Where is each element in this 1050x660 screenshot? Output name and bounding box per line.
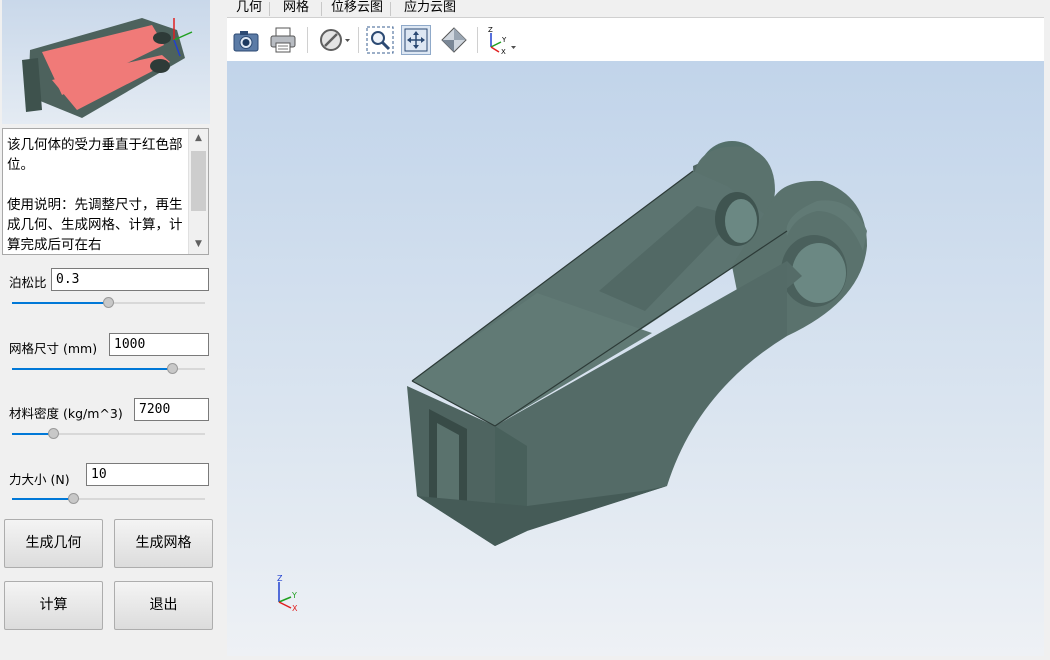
left-panel: 该几何体的受力垂直于红色部位。 使用说明：先调整尺寸，再生成几何、生成网格、计算… — [0, 0, 222, 660]
tab-mesh[interactable]: 网格 — [283, 0, 309, 17]
axis-triad-icon: Z Y X — [277, 574, 298, 612]
density-slider[interactable] — [12, 428, 205, 440]
svg-text:Z: Z — [488, 26, 493, 34]
svg-text:Z: Z — [277, 574, 283, 583]
printer-icon[interactable] — [268, 25, 298, 55]
mesh-size-input[interactable]: 1000 — [109, 333, 209, 356]
generate-geometry-button[interactable]: 生成几何 — [4, 519, 103, 568]
iso-view-icon[interactable] — [439, 25, 469, 55]
poisson-ratio-label: 泊松比 — [9, 275, 47, 290]
svg-text:X: X — [501, 48, 506, 55]
force-input[interactable]: 10 — [86, 463, 209, 486]
svg-text:Y: Y — [501, 36, 507, 44]
slider-knob[interactable] — [68, 493, 79, 504]
toolbar: Z Y X — [227, 17, 1044, 61]
menu-bar: 几何 网格 位移云图 应力云图 — [227, 0, 1050, 17]
scroll-up-icon[interactable]: ▲ — [189, 129, 208, 148]
slider-knob[interactable] — [103, 297, 114, 308]
clevis-model — [407, 141, 867, 546]
force-label: 力大小 (N) — [9, 472, 70, 487]
window-edge — [1044, 0, 1050, 660]
mesh-size-label: 网格尺寸 (mm) — [9, 341, 98, 356]
compute-button[interactable]: 计算 — [4, 581, 103, 630]
slider-knob[interactable] — [48, 428, 59, 439]
tab-geometry[interactable]: 几何 — [236, 0, 262, 17]
description-scrollbar[interactable]: ▲ ▼ — [188, 129, 208, 254]
tab-displacement[interactable]: 位移云图 — [331, 0, 383, 17]
density-input[interactable]: 7200 — [134, 398, 209, 421]
mesh-size-slider[interactable] — [12, 363, 205, 375]
description-text: 该几何体的受力垂直于红色部位。 使用说明：先调整尺寸，再生成几何、生成网格、计算… — [7, 137, 183, 253]
axis-orientation-icon[interactable]: Z Y X — [483, 25, 519, 56]
exit-button[interactable]: 退出 — [114, 581, 213, 630]
scroll-down-icon[interactable]: ▼ — [189, 235, 208, 254]
poisson-ratio-slider[interactable] — [12, 297, 205, 309]
zoom-window-icon[interactable] — [365, 25, 395, 55]
scroll-thumb[interactable] — [191, 151, 206, 211]
density-label: 材料密度 (kg/m^3) — [9, 406, 123, 421]
force-slider[interactable] — [12, 493, 205, 505]
slider-knob[interactable] — [167, 363, 178, 374]
fit-all-icon[interactable] — [401, 25, 431, 55]
camera-icon[interactable] — [231, 25, 261, 55]
3d-viewport[interactable]: Z Y X — [227, 61, 1044, 656]
tab-stress[interactable]: 应力云图 — [404, 0, 456, 17]
svg-text:Y: Y — [291, 591, 297, 600]
svg-text:X: X — [292, 604, 298, 612]
poisson-ratio-input[interactable]: 0.3 — [51, 268, 209, 291]
description-box[interactable]: 该几何体的受力垂直于红色部位。 使用说明：先调整尺寸，再生成几何、生成网格、计算… — [2, 128, 209, 255]
section-view-icon[interactable] — [317, 25, 350, 55]
generate-mesh-button[interactable]: 生成网格 — [114, 519, 213, 568]
geometry-preview — [2, 0, 210, 124]
